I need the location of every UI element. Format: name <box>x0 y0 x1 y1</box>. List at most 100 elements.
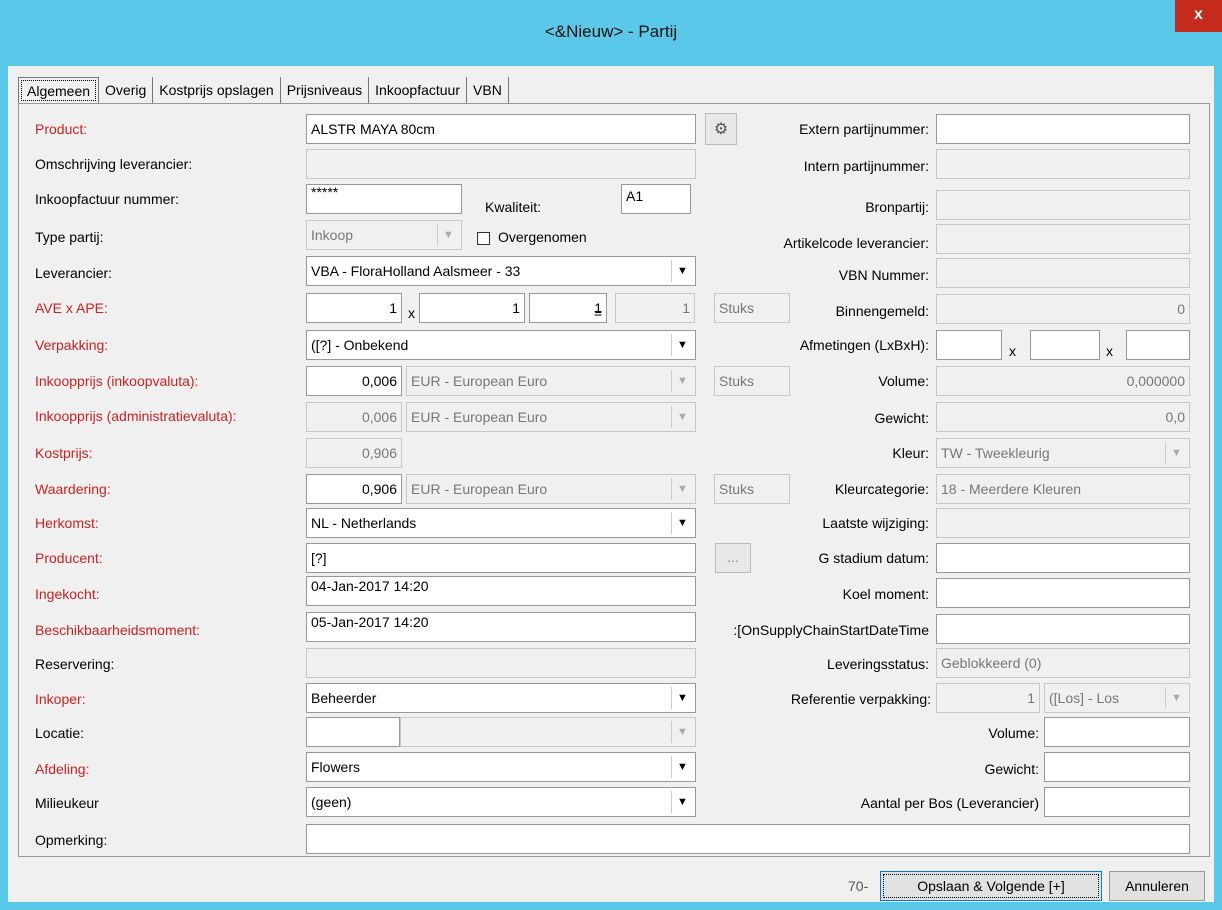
verpakking-select[interactable]: ([?] - Onbekend ▼ <box>306 330 696 360</box>
intern-label: Intern partijnummer: <box>803 158 929 174</box>
vbn-nummer-label: VBN Nummer: <box>838 267 929 283</box>
afmetingen-label: Afmetingen (LxBxH): <box>799 337 929 353</box>
locatie-field[interactable] <box>306 717 400 747</box>
leveringsstatus-field: Geblokkeerd (0) <box>936 648 1190 678</box>
tab-vbn[interactable]: VBN <box>467 77 509 104</box>
referentie-verpakking-select[interactable]: ([Los] - Los ▼ <box>1044 683 1190 713</box>
kostprijs-field: 0,906 <box>306 438 402 468</box>
afmeting-b-field[interactable] <box>1030 330 1100 360</box>
leverancier-label: Leverancier: <box>35 265 113 281</box>
referentie-verpakking-field: 1 <box>936 683 1040 713</box>
waardering-valuta-value: EUR - European Euro <box>411 481 548 497</box>
afdeling-select[interactable]: Flowers ▼ <box>306 752 696 782</box>
beschikbaarheid-label: Beschikbaarheidsmoment: <box>35 622 200 638</box>
ingekocht-field[interactable]: 04-Jan-2017 14:20 <box>306 576 696 606</box>
ape-field[interactable]: 1 <box>419 293 525 323</box>
overgenomen-checkbox[interactable]: Overgenomen <box>477 228 587 246</box>
chevron-down-icon: ▼ <box>671 791 693 813</box>
afdeling-label: Afdeling: <box>35 761 90 777</box>
verpakking-label: Verpakking: <box>35 337 109 353</box>
inkoopprijs-label: Inkoopprijs (inkoopvaluta): <box>35 373 199 389</box>
referentie-verpakking-label: Referentie verpakking: <box>790 691 931 707</box>
binnengemeld-field: 0 <box>936 294 1190 324</box>
overgenomen-label: Overgenomen <box>498 229 587 245</box>
inkoper-value: Beheerder <box>311 690 377 706</box>
gewicht2-field[interactable] <box>1044 752 1190 782</box>
inkoper-select[interactable]: Beheerder ▼ <box>306 683 696 713</box>
bronpartij-field <box>936 190 1190 220</box>
chevron-down-icon: ▼ <box>671 260 693 282</box>
afmeting-h-field[interactable] <box>1126 330 1190 360</box>
volume2-field[interactable] <box>1044 717 1190 747</box>
laatste-wijziging-label: Laatste wijziging: <box>822 515 929 531</box>
kleur-select[interactable]: TW - Tweekleurig ▼ <box>936 438 1190 468</box>
omschrijving-field[interactable] <box>306 149 696 179</box>
supply-chain-field[interactable] <box>936 614 1190 644</box>
leverancier-select[interactable]: VBA - FloraHolland Aalsmeer - 33 ▼ <box>306 256 696 286</box>
koel-moment-field[interactable] <box>936 578 1190 608</box>
aantal-per-bos-field[interactable] <box>1044 787 1190 817</box>
inkoopprijs-adm-field: 0,006 <box>306 402 402 432</box>
ave-total-field: 1 <box>615 293 695 323</box>
waardering-field[interactable]: 0,906 <box>306 474 402 504</box>
type-partij-select[interactable]: Inkoop ▼ <box>306 220 462 250</box>
close-button[interactable]: x <box>1175 0 1222 32</box>
producent-label: Producent: <box>35 550 103 566</box>
milieukeur-select[interactable]: (geen) ▼ <box>306 787 696 817</box>
reservering-field <box>306 648 696 678</box>
bronpartij-label: Bronpartij: <box>865 199 929 215</box>
artikelcode-field <box>936 224 1190 254</box>
herkomst-label: Herkomst: <box>35 515 99 531</box>
herkomst-select[interactable]: NL - Netherlands ▼ <box>306 508 696 538</box>
chevron-down-icon: ▼ <box>671 370 693 392</box>
tab-panel-algemeen: Product: ALSTR MAYA 80cm ⚙ Omschrijving … <box>18 103 1210 857</box>
kwaliteit-label: Kwaliteit: <box>485 199 542 215</box>
tab-prijsniveaus[interactable]: Prijsniveaus <box>280 77 370 104</box>
ingekocht-label: Ingekocht: <box>35 586 100 602</box>
kostprijs-label: Kostprijs: <box>35 445 93 461</box>
inkoper-label: Inkoper: <box>35 691 86 707</box>
product-field[interactable]: ALSTR MAYA 80cm <box>306 114 696 144</box>
extern-label: Extern partijnummer: <box>799 121 929 137</box>
gewicht-field: 0,0 <box>936 402 1190 432</box>
volume-field: 0,000000 <box>936 366 1190 396</box>
beschikbaarheid-field[interactable]: 05-Jan-2017 14:20 <box>306 612 696 642</box>
afmeting-l-field[interactable] <box>936 330 1002 360</box>
chevron-down-icon: ▼ <box>671 334 693 356</box>
aantal-per-bos-label: Aantal per Bos (Leverancier) <box>860 795 1039 811</box>
chevron-down-icon: ▼ <box>671 406 693 428</box>
ave-field[interactable]: 1 <box>306 293 402 323</box>
cancel-button[interactable]: Annuleren <box>1109 871 1205 901</box>
inkoopvaluta-value: EUR - European Euro <box>411 373 548 389</box>
adm-valuta-select[interactable]: EUR - European Euro ▼ <box>406 402 696 432</box>
milieukeur-value: (geen) <box>311 794 352 810</box>
waardering-label: Waardering: <box>35 481 111 497</box>
chevron-down-icon: ▼ <box>671 478 693 500</box>
type-partij-label: Type partij: <box>35 229 104 245</box>
tab-kostprijs-opslagen[interactable]: Kostprijs opslagen <box>153 77 281 104</box>
chevron-down-icon: ▼ <box>1165 687 1187 709</box>
laatste-wijziging-field <box>936 508 1190 538</box>
locatie-select[interactable]: ▼ <box>400 717 696 747</box>
checkbox-icon <box>477 231 490 245</box>
tab-overig[interactable]: Overig <box>99 77 154 104</box>
tab-inkoopfactuur[interactable]: Inkoopfactuur <box>369 77 468 104</box>
tab-algemeen[interactable]: Algemeen <box>18 77 100 104</box>
tab-strip: Algemeen Overig Kostprijs opslagen Prijs… <box>18 77 509 104</box>
waardering-valuta-select[interactable]: EUR - European Euro ▼ <box>406 474 696 504</box>
inkoopfactuur-field[interactable]: ***** <box>306 184 462 214</box>
reservering-label: Reservering: <box>35 656 115 672</box>
inkoopvaluta-select[interactable]: EUR - European Euro ▼ <box>406 366 696 396</box>
save-next-button[interactable]: Opslaan & Volgende [+] <box>880 871 1102 901</box>
kwaliteit-field[interactable]: A1 <box>621 184 691 214</box>
extern-field[interactable] <box>936 114 1190 144</box>
record-counter: 70- <box>848 878 869 894</box>
window-title: <&Nieuw> - Partij <box>544 22 678 41</box>
opmerking-field[interactable] <box>306 824 1190 854</box>
inkoopprijs-field[interactable]: 0,006 <box>306 366 402 396</box>
verpakking-value: ([?] - Onbekend <box>311 337 409 353</box>
inkoopprijs-adm-label: Inkoopprijs (administratievaluta): <box>35 408 237 424</box>
locatie-label: Locatie: <box>35 725 85 741</box>
g-stadium-field[interactable] <box>936 543 1190 573</box>
producent-field[interactable]: [?] <box>306 543 696 573</box>
